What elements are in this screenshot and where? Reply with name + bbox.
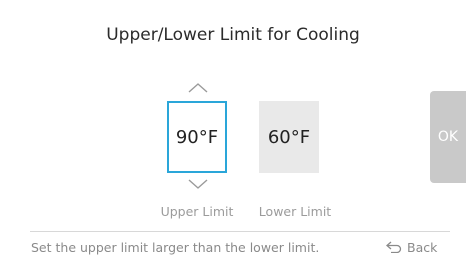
back-arrow-icon	[386, 241, 402, 253]
ok-button-label: OK	[437, 129, 459, 145]
footer-divider	[30, 231, 450, 232]
footer-hint: Set the upper limit larger than the lowe…	[31, 240, 320, 255]
upper-limit-value-box[interactable]: 90°F	[167, 101, 227, 173]
page-title: Upper/Lower Limit for Cooling	[106, 25, 360, 45]
chevron-down-icon	[188, 179, 208, 189]
upper-limit-label: Upper Limit	[160, 204, 234, 219]
limit-settings-screen: Upper/Lower Limit for Cooling 90°F 60°F …	[0, 0, 466, 259]
lower-limit-label: Lower Limit	[258, 204, 332, 219]
chevron-up-icon	[188, 83, 208, 93]
upper-limit-value: 90°F	[175, 126, 219, 148]
back-label: Back	[407, 239, 438, 255]
ok-button[interactable]: OK	[430, 91, 466, 183]
decrease-upper-limit-button[interactable]	[178, 178, 218, 192]
lower-limit-value: 60°F	[267, 126, 311, 148]
increase-upper-limit-button[interactable]	[178, 82, 218, 96]
lower-limit-value-box[interactable]: 60°F	[259, 101, 319, 173]
back-button[interactable]: Back	[386, 238, 437, 256]
